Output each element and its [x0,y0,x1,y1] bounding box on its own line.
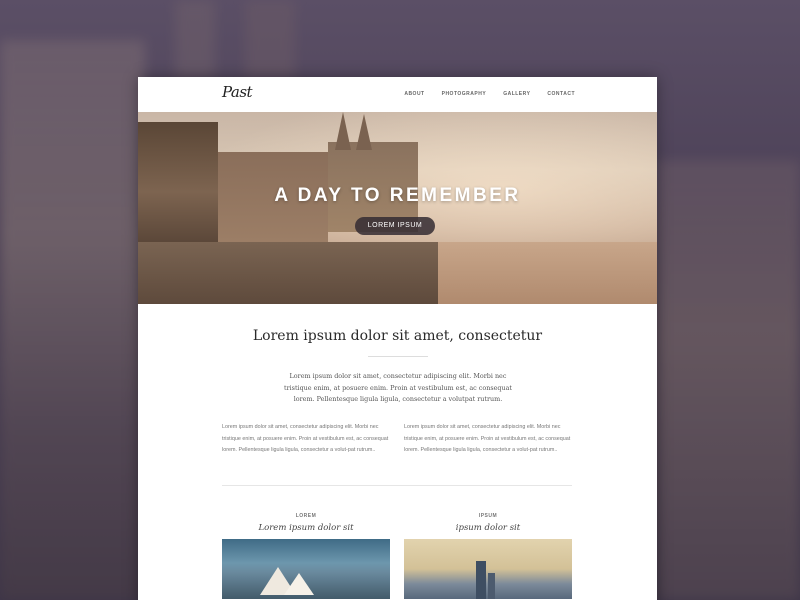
hero-title: A DAY TO REMEMBER [274,185,521,206]
card-title: ipsum dolor sit [455,523,521,533]
skyscraper [476,561,486,599]
navbar: Past ABOUT PHOTOGRAPHY GALLERY CONTACT [138,77,657,112]
background-blur-left [0,40,145,600]
skyscraper [488,573,495,599]
background-blur-right [655,160,800,600]
card-label: LOREM [295,513,317,519]
nav-link-photography[interactable]: PHOTOGRAPHY [442,91,487,97]
hero-button[interactable]: LOREM IPSUM [355,217,435,235]
section-divider [222,485,572,486]
intro-paragraph: Lorem ipsum dolor sit amet, consectetur … [284,372,512,403]
heading-divider [368,356,428,357]
background-blur-spire [245,0,295,80]
nav-links: ABOUT PHOTOGRAPHY GALLERY CONTACT [404,91,575,97]
hero-banner: A DAY TO REMEMBER LOREM IPSUM [138,112,657,304]
nav-link-gallery[interactable]: GALLERY [503,91,530,97]
gallery-card[interactable]: LOREM Lorem ipsum dolor sit [222,513,390,599]
opera-house-shell [284,573,314,595]
hero-spire [356,114,372,150]
nav-link-about[interactable]: ABOUT [404,91,424,97]
sydney-opera-house-photo[interactable] [222,539,390,599]
hero-river [438,242,657,304]
city-skyline-photo[interactable] [404,539,572,599]
card-label: IPSUM [478,513,498,519]
card-title: Lorem ipsum dolor sit [258,523,354,533]
gallery-card[interactable]: IPSUM ipsum dolor sit [404,513,572,599]
text-column-left: Lorem ipsum dolor sit amet, consectetur … [222,424,389,454]
section-heading: Lorem ipsum dolor sit amet, consectetur [252,328,543,344]
hero-spire [335,112,351,150]
website-mockup: Past ABOUT PHOTOGRAPHY GALLERY CONTACT A… [138,77,657,600]
nav-link-contact[interactable]: CONTACT [547,91,575,97]
hero-riverbank [138,242,468,304]
text-column-right: Lorem ipsum dolor sit amet, consectetur … [404,424,571,454]
site-logo[interactable]: Past [222,83,253,101]
background-blur-spire [175,0,215,80]
